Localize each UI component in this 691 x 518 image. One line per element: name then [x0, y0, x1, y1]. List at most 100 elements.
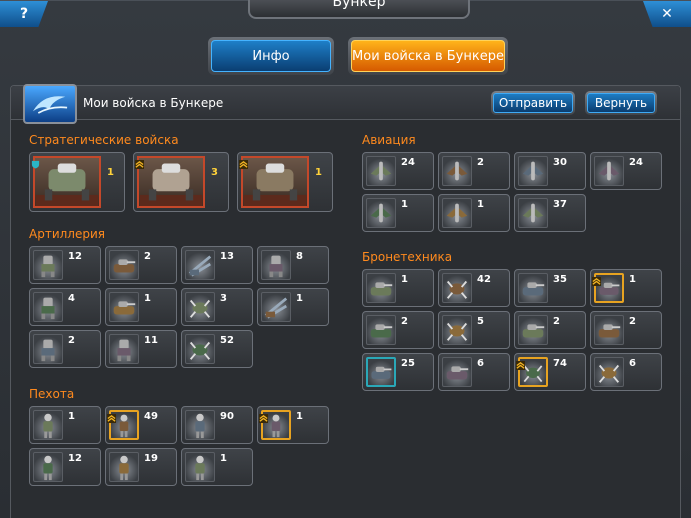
- unit-card-aviation[interactable]: 24: [362, 152, 434, 190]
- unit-count: 11: [144, 335, 158, 346]
- unit-card-infantry[interactable]: 1: [257, 406, 329, 444]
- tab-my-troops-label: Мои войска в Бункере: [351, 40, 505, 72]
- unit-card-artillery[interactable]: 12: [29, 246, 101, 284]
- unit-card-armor[interactable]: 2: [590, 311, 662, 349]
- unit-card-armor[interactable]: 35: [514, 269, 586, 307]
- unit-card-infantry[interactable]: 49: [105, 406, 177, 444]
- help-button[interactable]: ?: [0, 1, 48, 27]
- unit-card-infantry[interactable]: 90: [181, 406, 253, 444]
- unit-card-artillery[interactable]: 1: [257, 288, 329, 326]
- unit-card-artillery[interactable]: 8: [257, 246, 329, 284]
- send-button-label: Отправить: [493, 93, 573, 113]
- unit-card-artillery[interactable]: 11: [105, 330, 177, 368]
- unit-card-artillery[interactable]: 52: [181, 330, 253, 368]
- unit-count: 2: [553, 316, 560, 327]
- unit-card-artillery[interactable]: 2: [29, 330, 101, 368]
- unit-card-aviation[interactable]: 37: [514, 194, 586, 232]
- unit-card-artillery[interactable]: 13: [181, 246, 253, 284]
- unit-card-aviation[interactable]: 1: [438, 194, 510, 232]
- tank-icon: [109, 292, 139, 322]
- unit-count: 1: [220, 453, 227, 464]
- unit-count: 24: [401, 157, 415, 168]
- unit-card-armor[interactable]: 74: [514, 353, 586, 391]
- unit-card-artillery[interactable]: 1: [105, 288, 177, 326]
- unit-card-armor[interactable]: 42: [438, 269, 510, 307]
- rank-chevron-icon: [516, 355, 525, 370]
- unit-card-aviation[interactable]: 24: [590, 152, 662, 190]
- spider-mech-icon: [137, 156, 205, 208]
- unit-card-armor[interactable]: 2: [362, 311, 434, 349]
- tab-info[interactable]: Инфо: [208, 37, 334, 75]
- unit-count: 12: [68, 251, 82, 262]
- unit-count: 4: [68, 293, 75, 304]
- mech-icon: [109, 334, 139, 364]
- unit-card-artillery[interactable]: 4: [29, 288, 101, 326]
- close-button[interactable]: ✕: [643, 1, 691, 27]
- section-title-artillery: Артиллерия: [29, 227, 105, 241]
- unit-count: 1: [315, 167, 322, 178]
- unit-card-armor[interactable]: 1: [362, 269, 434, 307]
- unit-count: 25: [401, 358, 415, 369]
- unit-count: 6: [629, 358, 636, 369]
- unit-count: 35: [553, 274, 567, 285]
- crawler-icon: [185, 334, 215, 364]
- unit-card-armor[interactable]: 6: [590, 353, 662, 391]
- unit-card-aviation[interactable]: 30: [514, 152, 586, 190]
- tab-my-troops[interactable]: Мои войска в Бункере: [348, 37, 508, 75]
- unit-count: 52: [220, 335, 234, 346]
- rank-chevron-icon: [259, 408, 268, 423]
- mech-icon: [33, 334, 63, 364]
- walker-mech-icon: [33, 156, 101, 208]
- shield-icon: [31, 154, 40, 169]
- unit-card-armor[interactable]: 25: [362, 353, 434, 391]
- return-button[interactable]: Вернуть: [585, 91, 657, 115]
- tank-icon: [109, 250, 139, 280]
- unit-card-strategic[interactable]: 3: [133, 152, 229, 212]
- unit-count: 2: [144, 251, 151, 262]
- unit-card-artillery[interactable]: 3: [181, 288, 253, 326]
- unit-card-armor[interactable]: 6: [438, 353, 510, 391]
- unit-card-strategic[interactable]: 1: [237, 152, 333, 212]
- return-button-label: Вернуть: [587, 93, 655, 113]
- unit-card-strategic[interactable]: 1: [29, 152, 125, 212]
- bunker-icon: [23, 84, 77, 124]
- section-title-infantry: Пехота: [29, 387, 75, 401]
- mech-icon: [33, 250, 63, 280]
- unit-card-infantry[interactable]: 1: [29, 406, 101, 444]
- unit-card-armor[interactable]: 2: [514, 311, 586, 349]
- unit-card-infantry[interactable]: 12: [29, 448, 101, 486]
- unit-card-artillery[interactable]: 2: [105, 246, 177, 284]
- unit-count: 1: [107, 167, 114, 178]
- bunker-window: ? Бункер ✕ Инфо Мои войска в Бункере Мои…: [0, 0, 691, 518]
- send-button[interactable]: Отправить: [491, 91, 575, 115]
- unit-count: 13: [220, 251, 234, 262]
- unit-card-armor[interactable]: 1: [590, 269, 662, 307]
- crawler-icon: [442, 273, 472, 303]
- unit-count: 24: [629, 157, 643, 168]
- unit-count: 30: [553, 157, 567, 168]
- unit-count: 6: [477, 358, 484, 369]
- soldier-icon: [33, 410, 63, 440]
- unit-count: 1: [144, 293, 151, 304]
- rank-chevron-icon: [592, 271, 601, 286]
- soldier-icon: [185, 452, 215, 482]
- unit-card-infantry[interactable]: 19: [105, 448, 177, 486]
- unit-count: 42: [477, 274, 491, 285]
- unit-card-infantry[interactable]: 1: [181, 448, 253, 486]
- troops-panel: Мои войска в Бункере Отправить Вернуть С…: [10, 84, 681, 518]
- unit-card-aviation[interactable]: 2: [438, 152, 510, 190]
- window-title: Бункер: [248, 0, 470, 19]
- panel-header: Мои войска в Бункере Отправить Вернуть: [11, 84, 680, 124]
- window-title-text: Бункер: [332, 0, 386, 10]
- tank-icon: [442, 357, 472, 387]
- unit-count: 49: [144, 411, 158, 422]
- unit-count: 90: [220, 411, 234, 422]
- unit-count: 1: [401, 199, 408, 210]
- unit-count: 8: [296, 251, 303, 262]
- unit-card-aviation[interactable]: 1: [362, 194, 434, 232]
- unit-card-armor[interactable]: 5: [438, 311, 510, 349]
- tank-icon: [518, 315, 548, 345]
- unit-count: 1: [296, 293, 303, 304]
- section-title-armor: Бронетехника: [362, 250, 453, 264]
- unit-count: 2: [68, 335, 75, 346]
